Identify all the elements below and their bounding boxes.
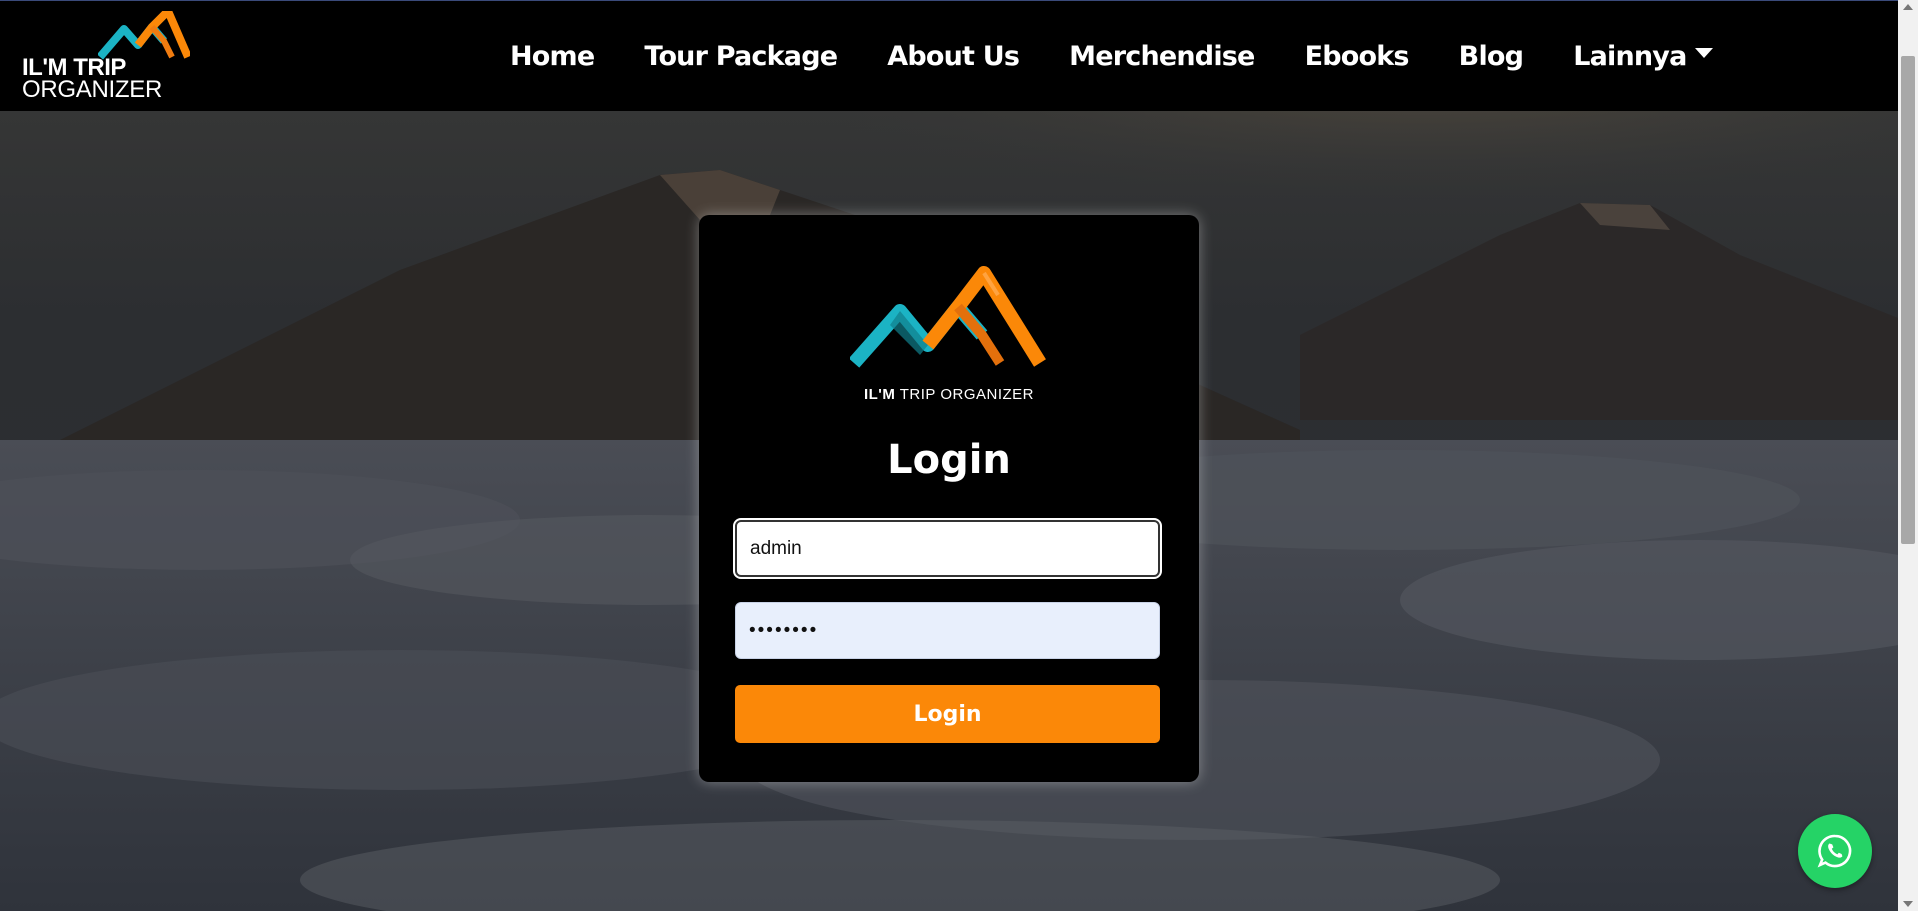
login-button[interactable]: Login xyxy=(735,685,1160,743)
scroll-up-arrow-icon[interactable] xyxy=(1903,4,1913,10)
password-input[interactable] xyxy=(735,602,1160,659)
page-title: Login xyxy=(887,437,1011,483)
nav-merchendise[interactable]: Merchendise xyxy=(1069,41,1255,72)
navbar: IL'M TRIP ORGANIZER Home Tour Package Ab… xyxy=(0,0,1898,111)
nav-lainnya-label: Lainnya xyxy=(1573,41,1687,72)
mountain-logo-icon xyxy=(850,266,1046,368)
caret-down-icon xyxy=(1694,47,1713,58)
nav-blog[interactable]: Blog xyxy=(1459,41,1524,72)
logo-wordmark-rest: TRIP ORGANIZER xyxy=(895,386,1035,403)
logo-wordmark-bold: IL'M xyxy=(863,386,896,403)
scrollbar-thumb[interactable] xyxy=(1901,56,1915,544)
nav-ebooks[interactable]: Ebooks xyxy=(1305,41,1410,72)
whatsapp-icon xyxy=(1817,834,1852,868)
username-input[interactable] xyxy=(735,520,1160,577)
whatsapp-button[interactable] xyxy=(1798,814,1872,888)
nav-lainnya-dropdown[interactable]: Lainnya xyxy=(1573,41,1713,72)
logo-wordmark: IL'M TRIP ORGANIZER xyxy=(699,386,1199,403)
login-card: IL'M TRIP ORGANIZER Login Login xyxy=(699,215,1199,782)
brand-name-line2: ORGANIZER xyxy=(22,76,162,103)
scroll-down-arrow-icon[interactable] xyxy=(1903,901,1913,907)
page-scrollbar[interactable] xyxy=(1898,0,1918,911)
main-nav: Home Tour Package About Us Merchendise E… xyxy=(510,1,1763,112)
nav-about-us[interactable]: About Us xyxy=(887,41,1020,72)
nav-tour-package[interactable]: Tour Package xyxy=(644,41,838,72)
nav-home[interactable]: Home xyxy=(510,41,595,72)
brand-logo[interactable]: IL'M TRIP ORGANIZER xyxy=(20,11,195,103)
